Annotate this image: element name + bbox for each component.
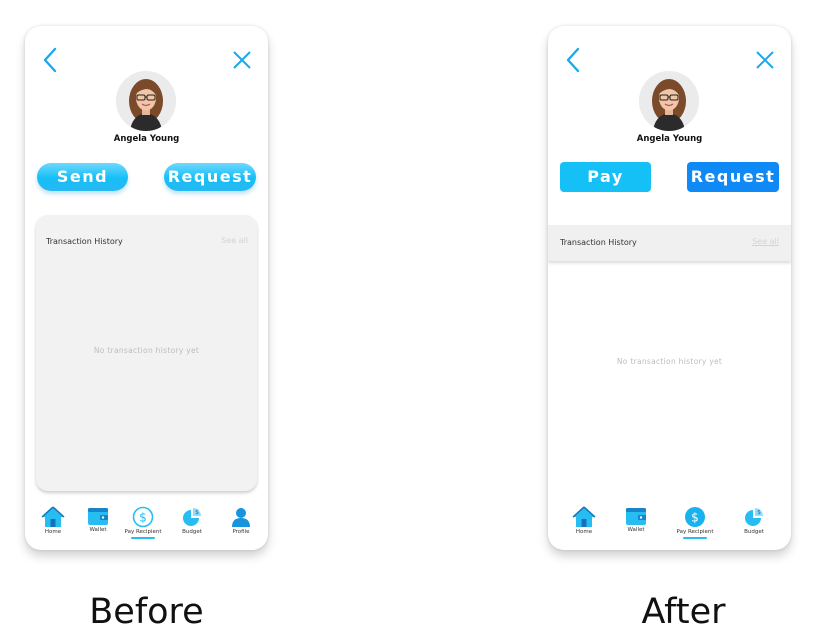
transaction-history-title: Transaction History xyxy=(560,238,637,247)
back-arrow-icon[interactable] xyxy=(563,46,585,74)
nav-active-indicator xyxy=(683,537,707,539)
nav-active-indicator xyxy=(131,537,155,539)
see-all-link[interactable]: See all xyxy=(221,236,248,245)
pie-chart-icon: $ xyxy=(183,508,201,526)
phone-before: Angela Young Send Request Transaction Hi… xyxy=(25,26,268,550)
empty-history-text: No transaction history yet xyxy=(616,357,723,366)
caption-before: Before xyxy=(89,592,204,632)
request-button[interactable]: Request xyxy=(164,163,256,191)
see-all-link[interactable]: See all xyxy=(752,237,779,246)
avatar xyxy=(116,71,176,131)
wallet-icon xyxy=(88,508,108,525)
wallet-icon xyxy=(626,508,646,525)
nav-wallet[interactable]: Wallet xyxy=(78,506,118,533)
dollar-icon: $ xyxy=(132,506,154,528)
home-icon xyxy=(41,506,65,527)
nav-pay-recipient[interactable]: $ Pay Recipient xyxy=(675,506,715,539)
nav-label-home: Home xyxy=(44,529,62,535)
svg-text:$: $ xyxy=(139,511,147,525)
transaction-history-header: Transaction History See all xyxy=(548,225,791,261)
nav-budget[interactable]: $ Budget xyxy=(734,506,774,535)
request-button[interactable]: Request xyxy=(687,162,779,192)
nav-label-home: Home xyxy=(575,529,593,535)
svg-text:$: $ xyxy=(195,509,199,516)
empty-history-text: No transaction history yet xyxy=(93,346,200,355)
nav-label-budget: Budget xyxy=(182,529,202,535)
home-icon xyxy=(572,506,596,527)
phone-after: Angela Young Pay Request Transaction His… xyxy=(548,26,791,550)
send-button[interactable]: Send xyxy=(37,163,128,191)
caption-after: After xyxy=(641,592,726,632)
nav-label-profile: Profile xyxy=(232,529,250,535)
svg-text:$: $ xyxy=(757,509,761,516)
avatar xyxy=(639,71,699,131)
nav-label-wallet: Wallet xyxy=(89,527,107,533)
nav-profile[interactable]: Profile xyxy=(221,506,261,535)
close-icon[interactable] xyxy=(232,50,252,70)
profile-icon xyxy=(232,508,250,527)
nav-home[interactable]: Home xyxy=(564,506,604,535)
close-icon[interactable] xyxy=(755,50,775,70)
back-arrow-icon[interactable] xyxy=(40,46,62,74)
nav-label-pay-recipient: Pay Recipient xyxy=(676,529,714,535)
user-name: Angela Young xyxy=(636,134,703,144)
nav-wallet[interactable]: Wallet xyxy=(616,506,656,533)
nav-label-budget: Budget xyxy=(744,529,764,535)
transaction-history-card: Transaction History See all No transacti… xyxy=(36,215,257,491)
nav-label-wallet: Wallet xyxy=(627,527,645,533)
svg-text:$: $ xyxy=(691,511,699,525)
dollar-icon: $ xyxy=(685,507,705,527)
nav-pay-recipient[interactable]: $ Pay Recipient xyxy=(123,506,163,539)
pay-button[interactable]: Pay xyxy=(560,162,651,192)
transaction-history-title: Transaction History xyxy=(46,237,123,246)
nav-home[interactable]: Home xyxy=(33,506,73,535)
nav-label-pay-recipient: Pay Recipient xyxy=(124,529,162,535)
nav-budget[interactable]: $ Budget xyxy=(172,506,212,535)
pie-chart-icon: $ xyxy=(745,508,763,526)
user-name: Angela Young xyxy=(113,134,180,144)
